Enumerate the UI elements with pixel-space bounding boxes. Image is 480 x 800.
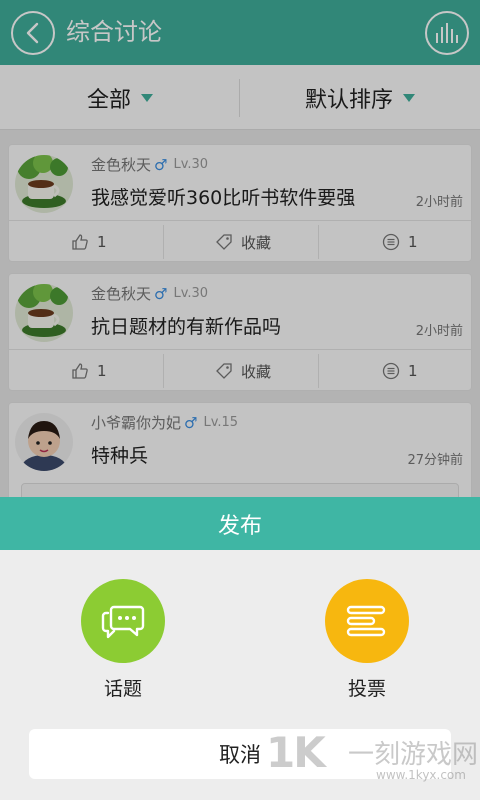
topic-label: 话题 <box>103 678 142 700</box>
topic-option[interactable]: 话题 <box>81 579 165 700</box>
list-icon <box>346 605 386 637</box>
watermark: 1K 一刻游戏网 www.1kyx.com <box>266 728 478 788</box>
vote-option[interactable]: 投票 <box>325 579 409 700</box>
watermark-url: www.1kyx.com <box>376 768 466 782</box>
chat-bubble-icon <box>101 605 145 639</box>
vote-circle[interactable] <box>325 579 409 663</box>
watermark-logo: 1K <box>266 728 326 777</box>
watermark-text: 一刻游戏网 <box>348 740 479 770</box>
sheet-title: 发布 <box>0 497 480 550</box>
topic-circle[interactable] <box>81 579 165 663</box>
modal-backdrop[interactable] <box>0 0 480 497</box>
vote-label: 投票 <box>347 678 386 700</box>
